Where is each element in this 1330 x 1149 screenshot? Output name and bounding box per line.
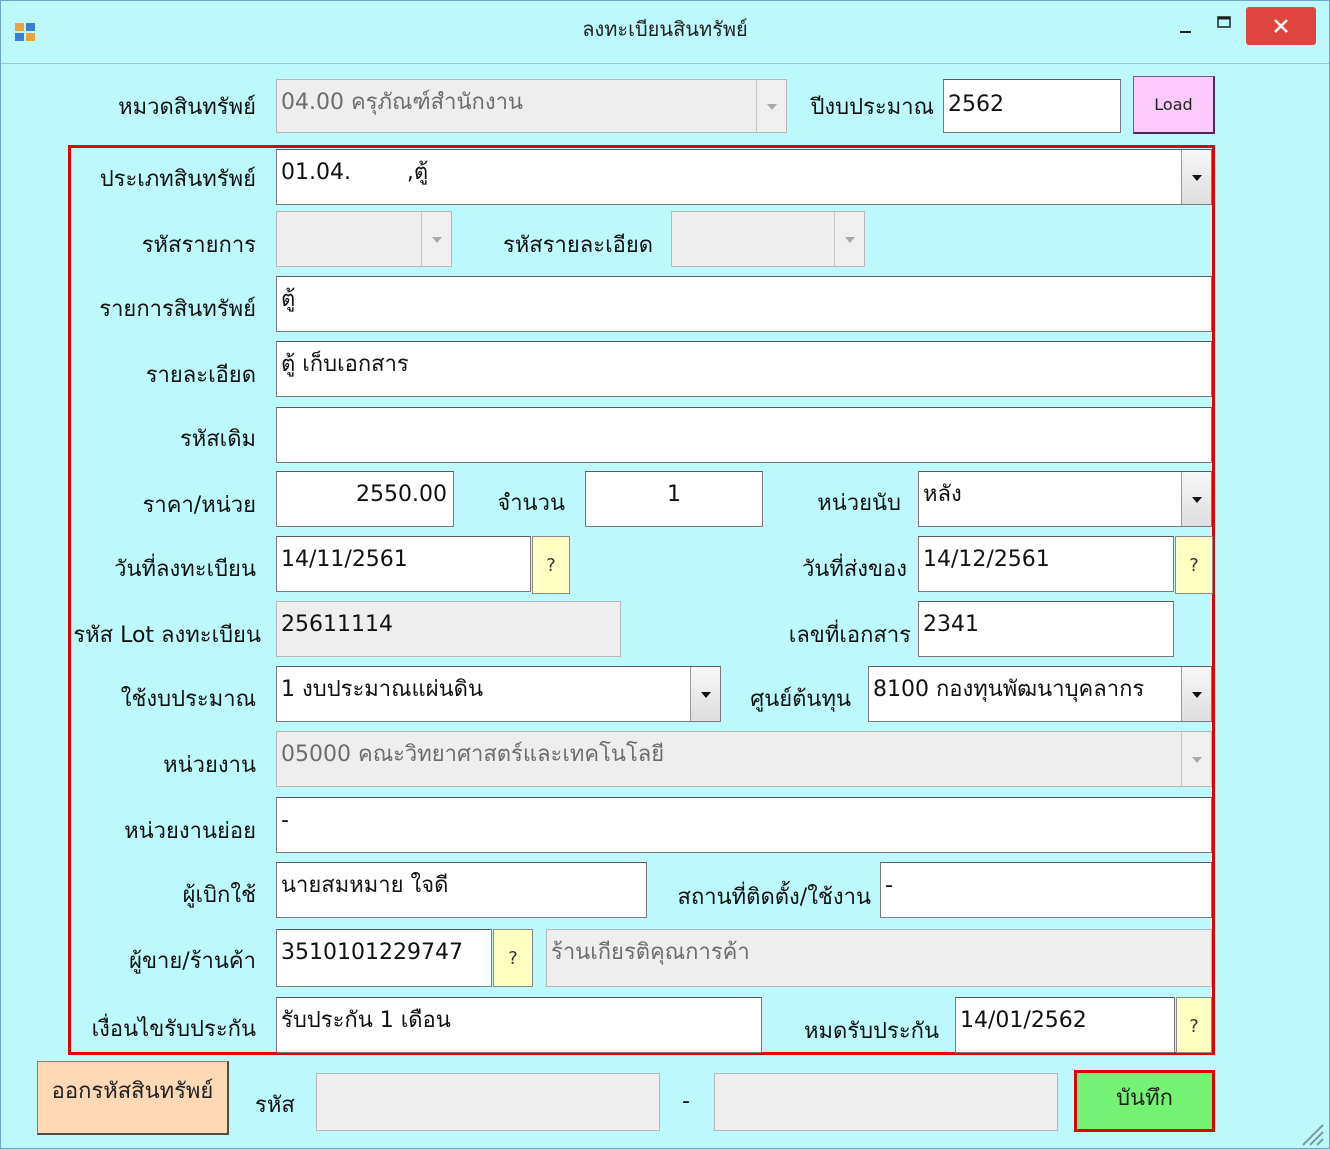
chevron-down-icon[interactable] <box>1181 732 1211 786</box>
cost-center-value: 8100 กองทุนพัฒนาบุคลากร <box>873 677 1145 702</box>
detail-input[interactable]: ตู้ เก็บเอกสาร <box>276 341 1212 397</box>
quantity-label: จำนวน <box>497 491 565 516</box>
budget-year-input[interactable]: 2562 <box>943 79 1121 133</box>
detail-label: รายละเอียด <box>145 363 256 388</box>
unit-select[interactable]: หลัง <box>918 471 1212 527</box>
unit-label: หน่วยนับ <box>817 491 901 516</box>
department-value: 05000 คณะวิทยาศาสตร์และเทคโนโลยี <box>281 742 665 767</box>
cost-center-select[interactable]: 8100 กองทุนพัฒนาบุคลากร <box>868 666 1212 722</box>
warranty-label: เงื่อนไขรับประกัน <box>91 1017 256 1042</box>
unit-price-input[interactable]: 2550.00 <box>276 471 454 527</box>
unit-value: หลัง <box>923 482 962 507</box>
asset-type-label: ประเภทสินทรัพย์ <box>99 167 256 192</box>
department-label: หน่วยงาน <box>163 753 256 778</box>
chevron-down-icon[interactable] <box>1181 472 1211 526</box>
warranty-end-label: หมดรับประกัน <box>803 1019 939 1044</box>
unit-price-label: ราคา/หน่วย <box>142 493 256 518</box>
vendor-id-input[interactable]: 3510101229747 <box>276 929 492 987</box>
sub-department-input[interactable]: - <box>276 797 1212 853</box>
asset-type-select[interactable]: 01.04. ,ตู้ <box>276 149 1212 205</box>
lot-code-input[interactable]: 25611114 <box>276 601 621 657</box>
generate-code-button[interactable]: ออกรหัสสินทรัพย์ <box>37 1061 229 1135</box>
vendor-name-input[interactable]: ร้านเกียรติคุณการค้า <box>546 929 1212 987</box>
window-title: ลงทะเบียนสินทรัพย์ <box>582 17 748 41</box>
detail-code-select[interactable] <box>671 211 865 267</box>
register-date-input[interactable]: 14/11/2561 <box>276 536 531 592</box>
resize-grip-icon[interactable] <box>1297 1119 1325 1147</box>
delivery-date-input[interactable]: 14/12/2561 <box>918 536 1174 592</box>
location-label: สถานที่ติดตั้ง/ใช้งาน <box>677 885 871 910</box>
warranty-input[interactable]: รับประกัน 1 เดือน <box>276 997 762 1053</box>
chevron-down-icon[interactable] <box>1181 667 1211 721</box>
cost-center-label: ศูนย์ต้นทุน <box>750 687 851 712</box>
old-code-input[interactable] <box>276 407 1212 463</box>
sub-department-label: หน่วยงานย่อย <box>124 819 256 844</box>
quantity-input[interactable]: 1 <box>585 471 763 527</box>
requester-label: ผู้เบิกใช้ <box>182 883 256 908</box>
vendor-label: ผู้ขาย/ร้านค้า <box>129 949 256 974</box>
chevron-down-icon[interactable] <box>834 212 864 266</box>
code-part1-input[interactable] <box>316 1073 660 1131</box>
close-icon[interactable] <box>1246 7 1316 45</box>
category-select[interactable]: 04.00 ครุภัณฑ์สำนักงาน <box>276 79 787 133</box>
minimize-icon[interactable] <box>1167 11 1203 43</box>
item-name-input[interactable]: ตู้ <box>276 276 1212 332</box>
item-code-select[interactable] <box>276 211 452 267</box>
item-code-label: รหัสรายการ <box>141 233 256 258</box>
code-part2-input[interactable] <box>714 1073 1058 1131</box>
load-button[interactable]: Load <box>1133 76 1215 134</box>
category-value: 04.00 ครุภัณฑ์สำนักงาน <box>281 90 523 115</box>
chevron-down-icon[interactable] <box>1181 150 1211 204</box>
doc-no-label: เลขที่เอกสาร <box>788 623 911 648</box>
budget-select[interactable]: 1 งบประมาณแผ่นดิน <box>276 666 721 722</box>
lot-code-label: รหัส Lot ลงทะเบียน <box>73 623 261 648</box>
budget-label: ใช้งบประมาณ <box>120 687 256 712</box>
asset-registration-window: ลงทะเบียนสินทรัพย์ หมวดสินทรัพย์ 04.00 ค… <box>0 0 1330 1149</box>
old-code-label: รหัสเดิม <box>179 427 256 452</box>
department-select[interactable]: 05000 คณะวิทยาศาสตร์และเทคโนโลยี <box>276 731 1212 787</box>
chevron-down-icon[interactable] <box>690 667 720 721</box>
warranty-end-input[interactable]: 14/01/2562 <box>955 997 1175 1053</box>
requester-input[interactable]: นายสมหมาย ใจดี <box>276 862 647 918</box>
vendor-picker-button[interactable]: ? <box>493 929 533 987</box>
budget-value: 1 งบประมาณแผ่นดิน <box>281 677 483 702</box>
register-date-picker-button[interactable]: ? <box>532 536 570 594</box>
code-separator: - <box>682 1089 690 1114</box>
chevron-down-icon[interactable] <box>756 80 786 132</box>
save-button[interactable]: บันทึก <box>1074 1070 1215 1132</box>
register-date-label: วันที่ลงทะเบียน <box>114 557 256 582</box>
doc-no-input[interactable]: 2341 <box>918 601 1174 657</box>
item-name-label: รายการสินทรัพย์ <box>99 297 256 322</box>
category-label: หมวดสินทรัพย์ <box>118 95 256 120</box>
asset-type-value: 01.04. ,ตู้ <box>281 160 429 185</box>
warranty-end-picker-button[interactable]: ? <box>1176 997 1212 1053</box>
maximize-icon[interactable] <box>1206 11 1242 43</box>
code-label: รหัส <box>255 1093 295 1118</box>
title-bar: ลงทะเบียนสินทรัพย์ <box>1 1 1329 64</box>
chevron-down-icon[interactable] <box>421 212 451 266</box>
location-input[interactable]: - <box>880 862 1212 918</box>
budget-year-label: ปีงบประมาณ <box>810 95 934 120</box>
detail-code-label: รหัสรายละเอียด <box>502 233 653 258</box>
delivery-date-label: วันที่ส่งของ <box>801 557 907 582</box>
delivery-date-picker-button[interactable]: ? <box>1175 536 1213 594</box>
